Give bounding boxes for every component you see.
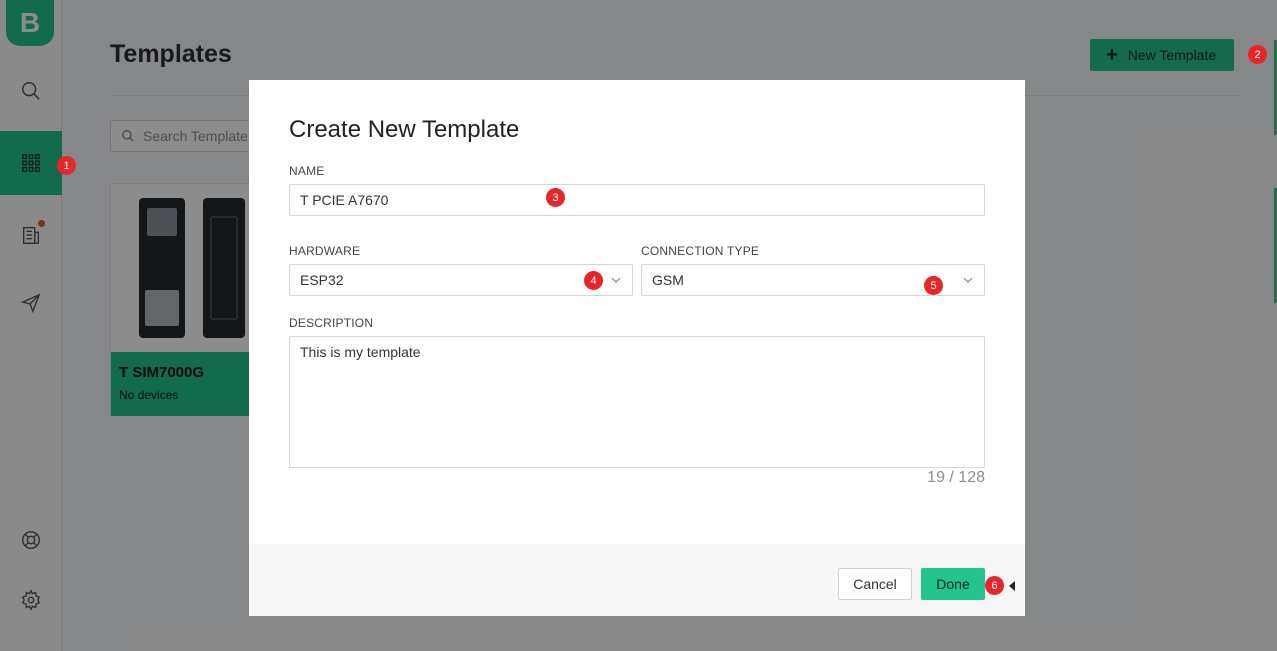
done-button[interactable]: Done [921, 568, 985, 600]
connection-type-label: CONNECTION TYPE [641, 244, 760, 258]
step-marker: 6 [985, 576, 1004, 595]
step-marker: 2 [1248, 45, 1267, 64]
create-template-dialog: Create New Template NAME T PCIE A7670 HA… [249, 80, 1025, 616]
chevron-down-icon [611, 277, 621, 283]
description-textarea[interactable]: This is my template [289, 336, 985, 468]
name-label: NAME [289, 164, 325, 178]
hardware-label: HARDWARE [289, 244, 361, 258]
step-marker: 3 [546, 188, 565, 207]
hardware-select[interactable]: ESP32 [289, 264, 633, 296]
char-counter: 19 / 128 [927, 469, 985, 486]
name-value: T PCIE A7670 [300, 192, 389, 208]
description-value: This is my template [300, 344, 421, 360]
step-marker: 5 [924, 276, 943, 295]
dialog-footer: Cancel Done [249, 544, 1025, 616]
name-input[interactable]: T PCIE A7670 [289, 184, 985, 216]
step-marker: 4 [584, 271, 603, 290]
dialog-title: Create New Template [289, 116, 520, 143]
chevron-down-icon [963, 277, 973, 283]
description-label: DESCRIPTION [289, 316, 374, 330]
step-marker: 1 [57, 156, 76, 175]
cancel-button[interactable]: Cancel [838, 568, 912, 600]
mouse-cursor [1009, 581, 1015, 591]
connection-type-value: GSM [652, 272, 684, 288]
hardware-value: ESP32 [300, 272, 344, 288]
